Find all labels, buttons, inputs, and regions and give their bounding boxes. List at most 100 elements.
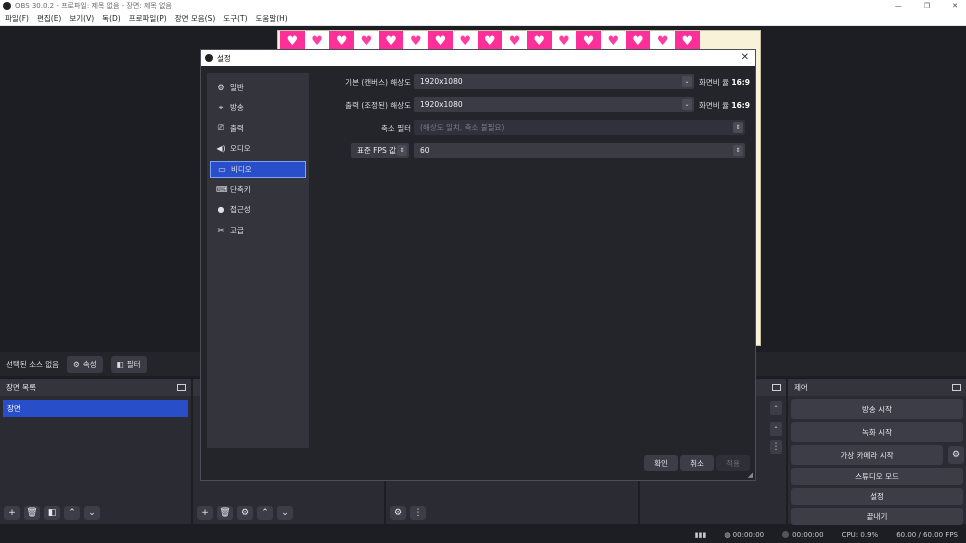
properties-label: 속성 — [82, 359, 97, 369]
menu-edit[interactable]: 편집(E) — [37, 13, 61, 24]
controls-dock: 제어 방송 시작 녹화 시작 가상 카메라 시작 ⚙ 스튜디오 모드 설정 끝내… — [788, 378, 966, 525]
trash-icon[interactable]: 🗑 — [217, 506, 233, 520]
chevron-down-icon: ⌄ — [682, 99, 692, 110]
nav-general[interactable]: ⚙ 일반 — [210, 79, 306, 96]
menu-scene-collection[interactable]: 장면 모음(S) — [175, 13, 216, 24]
apply-button[interactable]: 적용 — [716, 455, 750, 471]
gear-icon: ⚙ — [217, 83, 225, 92]
cancel-button[interactable]: 취소 — [680, 455, 714, 471]
exit-button[interactable]: 끝내기 — [791, 508, 963, 525]
speaker-icon: ◀) — [216, 144, 226, 154]
move-up-button[interactable]: ⌃ — [64, 506, 80, 520]
start-streaming-button[interactable]: 방송 시작 — [791, 399, 963, 419]
move-down-button[interactable]: ⌄ — [277, 506, 293, 520]
menu-view[interactable]: 보기(V) — [69, 13, 94, 24]
nav-label: 방송 — [230, 103, 244, 113]
transition-spin-up[interactable]: ⌃ — [770, 401, 782, 415]
nav-label: 접근성 — [230, 205, 251, 215]
start-virtual-camera-button[interactable]: 가상 카메라 시작 — [791, 445, 943, 465]
audio-settings-button[interactable]: ⚙ — [390, 506, 406, 520]
chevron-down-icon: ⌄ — [682, 76, 692, 87]
close-icon[interactable]: ✕ — [741, 52, 749, 63]
base-aspect-ratio: 화면비 율 16:9 — [699, 78, 751, 87]
move-down-button[interactable]: ⌄ — [84, 506, 100, 520]
record-icon — [782, 530, 790, 538]
scene-filter-button[interactable]: ◧ — [44, 506, 60, 520]
duration-spin[interactable]: ⌃ — [770, 422, 782, 436]
add-source-button[interactable]: + — [197, 506, 213, 520]
controls-title: 제어 — [794, 383, 808, 392]
no-source-label: 선택된 소스 없음 — [6, 359, 60, 369]
heart-pattern-image: ♥ ♥ ♥ ♥ ♥ ♥ ♥ ♥ ♥ ♥ ♥ ♥ ♥ ♥ ♥ ♥ ♥ — [280, 31, 700, 51]
maximize-button[interactable]: ❐ — [924, 2, 930, 10]
spinner-icon: ⇕ — [397, 145, 407, 156]
spinner-icon: ⇕ — [733, 122, 743, 133]
menu-help[interactable]: 도움말(H) — [256, 13, 288, 24]
scene-item[interactable]: 장면 — [3, 400, 188, 417]
nav-label: 오디오 — [230, 144, 251, 154]
status-bar: ▮▮▮ ◍ 00:00:00 00:00:00 CPU: 0.9% 60.00 … — [0, 526, 966, 543]
settings-dialog: 설정 ✕ ⚙ 일반 ⌖ 방송 ⎚ 출력 ◀) 오디오 ▭ 비디오 ⌨ 단축키 ● 접근성 ✂ 고… — [200, 49, 756, 481]
window-title: OBS 30.0.2 - 프로파일: 제목 없음 - 장면: 제목 없음 — [15, 2, 172, 10]
obs-logo-icon — [205, 54, 213, 62]
nav-stream[interactable]: ⌖ 방송 — [210, 99, 306, 116]
nav-advanced[interactable]: ✂ 고급 — [210, 222, 306, 239]
move-up-button[interactable]: ⌃ — [257, 506, 273, 520]
fps-type-value: 표준 FPS 값 — [357, 146, 397, 155]
nav-hotkeys[interactable]: ⌨ 단축키 — [210, 181, 306, 198]
kebab-menu-icon[interactable]: ⋮ — [770, 440, 782, 454]
undock-icon[interactable] — [952, 384, 961, 391]
menu-file[interactable]: 파일(F) — [5, 13, 29, 24]
downscale-filter-value: (해상도 일치, 축소 불필요) — [420, 123, 505, 132]
trash-icon[interactable]: 🗑 — [24, 506, 40, 520]
scenes-dock: 장면 목록 장면 + 🗑 ◧ ⌃ ⌄ — [0, 378, 191, 524]
output-aspect-ratio: 화면비 율 16:9 — [699, 101, 751, 110]
dialog-titlebar: 설정 ✕ — [201, 50, 755, 66]
downscale-filter-label: 축소 필터 — [381, 124, 411, 133]
spinner-icon: ⇕ — [733, 145, 743, 156]
filters-button[interactable]: ◧ 필터 — [110, 355, 147, 373]
menu-dock[interactable]: 독(D) — [102, 13, 121, 24]
start-recording-button[interactable]: 녹화 시작 — [791, 422, 963, 442]
fps-type-combo[interactable]: 표준 FPS 값 ⇕ — [351, 143, 409, 158]
properties-button[interactable]: ⚙ 속성 — [67, 355, 103, 373]
menu-profile[interactable]: 프로파일(P) — [129, 13, 167, 24]
minimize-button[interactable]: — — [895, 2, 902, 10]
keyboard-icon: ⌨ — [216, 184, 228, 194]
stream-time: ◍ 00:00:00 — [724, 530, 765, 539]
output-resolution-label: 출력 (조정된) 해상도 — [345, 101, 411, 110]
nav-label: 일반 — [230, 83, 244, 92]
signal-icon: ▮▮▮ — [694, 530, 707, 539]
gear-icon[interactable]: ⚙ — [948, 446, 964, 464]
dialog-title: 설정 — [217, 53, 231, 63]
output-icon: ⎚ — [217, 123, 225, 133]
add-scene-button[interactable]: + — [4, 506, 20, 520]
nav-label: 출력 — [230, 123, 244, 133]
window-titlebar: OBS 30.0.2 - 프로파일: 제목 없음 - 장면: 제목 없음 — ❐… — [0, 0, 966, 12]
close-window-button[interactable]: ✕ — [952, 2, 958, 10]
settings-button[interactable]: 설정 — [791, 488, 963, 505]
resize-grip-icon[interactable]: ◢ — [748, 471, 753, 479]
nav-label: 단축키 — [230, 184, 251, 194]
antenna-icon: ⌖ — [218, 102, 224, 112]
scenes-title: 장면 목록 — [6, 383, 36, 392]
nav-audio[interactable]: ◀) 오디오 — [210, 140, 306, 157]
nav-video[interactable]: ▭ 비디오 — [210, 160, 306, 178]
fps-value: 60 — [420, 146, 430, 155]
studio-mode-button[interactable]: 스튜디오 모드 — [791, 468, 963, 485]
downscale-filter-combo: (해상도 일치, 축소 불필요) ⇕ — [414, 120, 745, 135]
filter-icon: ◧ — [116, 359, 124, 369]
undock-icon[interactable] — [772, 384, 781, 391]
menu-tools[interactable]: 도구(T) — [223, 13, 247, 24]
base-resolution-combo[interactable]: 1920x1080 ⌄ — [414, 74, 694, 89]
ok-button[interactable]: 확인 — [644, 455, 678, 471]
nav-output[interactable]: ⎚ 출력 — [210, 120, 306, 137]
kebab-menu-icon[interactable]: ⋮ — [410, 506, 426, 520]
obs-logo-icon — [3, 2, 11, 10]
undock-icon[interactable] — [177, 384, 186, 391]
nav-accessibility[interactable]: ● 접근성 — [210, 201, 306, 218]
base-resolution-label: 기본 (캔버스) 해상도 — [345, 78, 411, 87]
output-resolution-combo[interactable]: 1920x1080 ⌄ — [414, 97, 694, 112]
fps-value-combo[interactable]: 60 ⇕ — [414, 143, 745, 158]
gear-icon[interactable]: ⚙ — [237, 506, 253, 520]
